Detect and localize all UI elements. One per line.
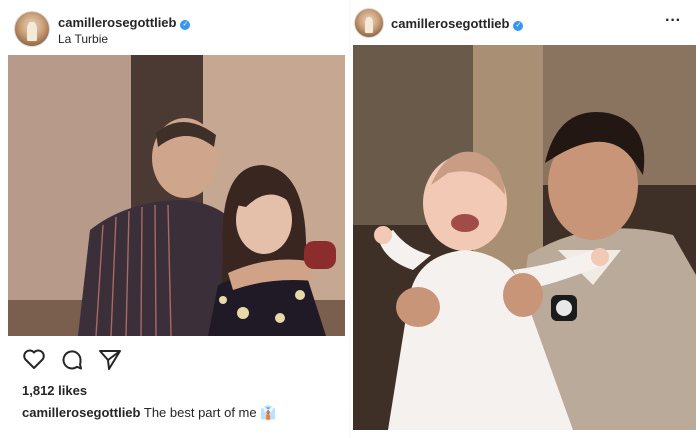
more-icon[interactable]: ··· bbox=[665, 12, 681, 30]
photo-content bbox=[8, 55, 345, 336]
comment-icon[interactable] bbox=[60, 348, 84, 372]
verified-badge-icon: ✓ bbox=[180, 20, 191, 30]
caption-emoji: 👔 bbox=[260, 405, 277, 420]
heart-icon[interactable] bbox=[22, 348, 46, 370]
username-text[interactable]: camillerosegottlieb bbox=[391, 16, 509, 31]
avatar[interactable] bbox=[14, 11, 50, 47]
caption-username[interactable]: camillerosegottlieb bbox=[22, 405, 140, 420]
verified-badge-icon: ✓ bbox=[513, 21, 524, 31]
post-username[interactable]: camillerosegottlieb ✓ bbox=[58, 15, 191, 30]
left-post: camillerosegottlieb ✓ La Turbie 1,812 li… bbox=[0, 0, 349, 438]
right-post: camillerosegottlieb ✓ ··· bbox=[351, 0, 700, 438]
post-photo[interactable] bbox=[353, 45, 696, 430]
post-username[interactable]: camillerosegottlieb ✓ bbox=[391, 16, 524, 31]
username-text[interactable]: camillerosegottlieb bbox=[58, 15, 176, 30]
send-icon[interactable] bbox=[98, 348, 122, 372]
likes-count[interactable]: 1,812 likes bbox=[22, 383, 87, 398]
avatar[interactable] bbox=[354, 8, 384, 38]
caption-text: The best part of me bbox=[143, 405, 257, 420]
photo-content bbox=[353, 45, 696, 430]
post-location[interactable]: La Turbie bbox=[58, 32, 108, 46]
caption: camillerosegottlieb The best part of me … bbox=[22, 405, 276, 421]
post-photo[interactable] bbox=[8, 55, 345, 336]
